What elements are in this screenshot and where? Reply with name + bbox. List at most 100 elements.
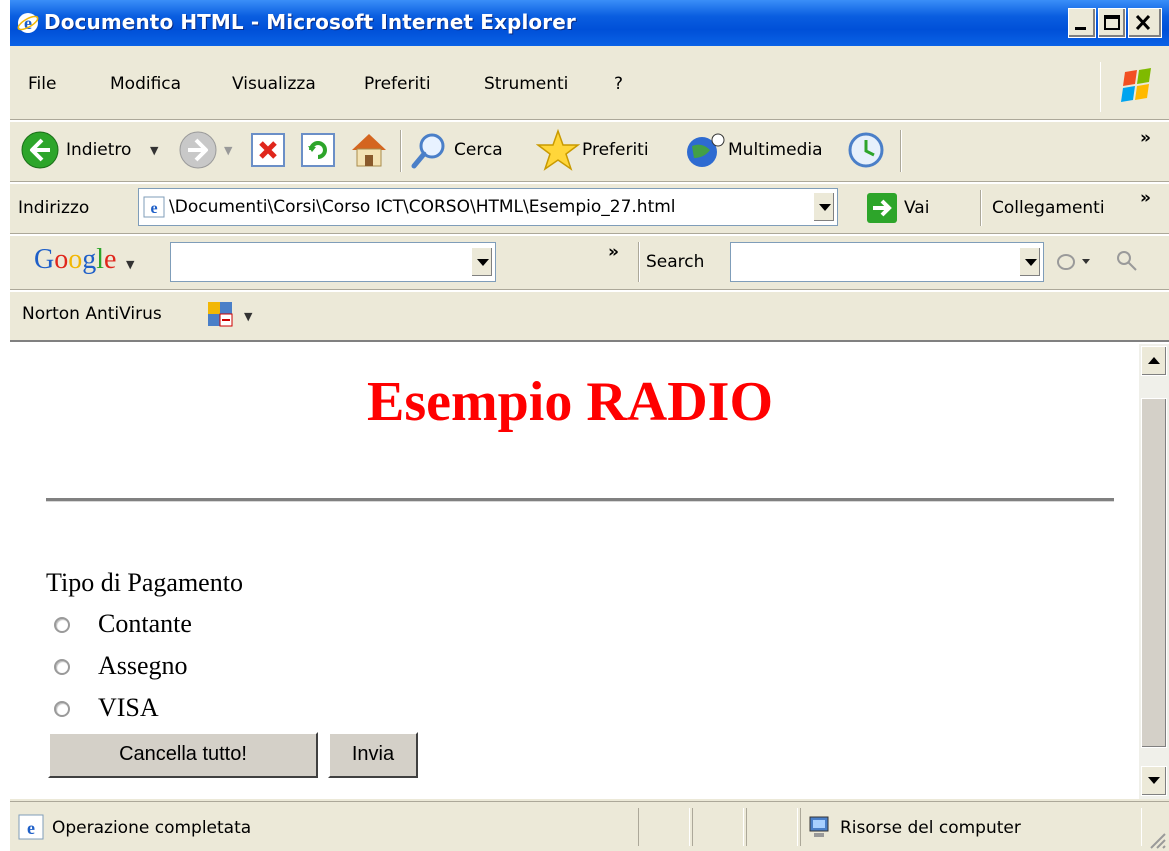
windows-flag-icon [1121, 68, 1151, 102]
menu-modifica[interactable]: Modifica [110, 74, 181, 94]
address-url-text[interactable]: \Documenti\Corsi\Corso ICT\CORSO\HTML\Es… [169, 197, 676, 217]
forward-arrow-icon[interactable] [178, 130, 218, 170]
radio-label[interactable]: Assegno [98, 651, 188, 681]
search-button-label[interactable]: Cerca [454, 140, 503, 160]
google-logo[interactable]: Google [34, 244, 116, 276]
radio-option-contante[interactable]: Contante [50, 608, 350, 648]
status-text: Operazione completata [52, 818, 252, 838]
google-overflow-chevron[interactable]: » [608, 242, 619, 262]
arrow-down-icon [1148, 777, 1160, 784]
scroll-thumb[interactable] [1141, 398, 1167, 748]
menu-bar: File Modifica Visualizza Preferiti Strum… [10, 56, 1169, 118]
reset-button[interactable]: Cancella tutto! [48, 732, 318, 778]
svg-text:e: e [27, 818, 35, 838]
window-title: Documento HTML - Microsoft Internet Expl… [44, 10, 576, 34]
search-toolbar-combo[interactable] [730, 242, 1044, 282]
history-icon[interactable] [846, 130, 886, 170]
close-icon [1135, 14, 1151, 31]
multimedia-icon[interactable] [684, 130, 726, 170]
status-bar: e Operazione completata Risorse del comp… [10, 801, 1169, 851]
search-toolbar-label: Search [646, 252, 705, 272]
status-pane [746, 808, 798, 846]
forward-dropdown-icon[interactable]: ▼ [224, 144, 232, 157]
standard-toolbar: Indietro ▼ ▼ Cerca Preferiti Multimedia … [10, 122, 1169, 180]
address-input[interactable]: e \Documenti\Corsi\Corso ICT\CORSO\HTML\… [138, 188, 838, 226]
links-label[interactable]: Collegamenti [992, 198, 1105, 218]
toolbar-separator [400, 130, 402, 172]
toolbar-separator [638, 242, 640, 282]
maximize-button[interactable] [1098, 8, 1126, 38]
norton-dropdown-icon[interactable]: ▼ [244, 310, 252, 323]
norton-scan-icon[interactable] [206, 300, 236, 330]
menu-help[interactable]: ? [614, 74, 623, 94]
menu-preferiti[interactable]: Preferiti [364, 74, 431, 94]
toolbar-separator [980, 190, 982, 226]
stop-icon[interactable] [250, 132, 286, 168]
svg-text:e: e [150, 200, 157, 217]
computer-zone-icon [809, 816, 829, 837]
title-bar[interactable]: e Documento HTML - Microsoft Internet Ex… [10, 0, 1169, 46]
google-dropdown-icon[interactable]: ▼ [126, 258, 134, 271]
norton-toolbar: Norton AntiVirus ▼ [10, 292, 1169, 338]
address-dropdown-button[interactable] [813, 192, 835, 222]
back-button-label[interactable]: Indietro [66, 140, 131, 160]
status-pane [638, 808, 690, 846]
radio-label[interactable]: Contante [98, 609, 192, 639]
norton-label[interactable]: Norton AntiVirus [22, 304, 162, 324]
svg-text:e: e [24, 13, 32, 33]
chevron-down-icon [819, 204, 831, 211]
minimize-button[interactable] [1068, 8, 1096, 38]
refresh-icon[interactable] [300, 132, 336, 168]
menu-strumenti[interactable]: Strumenti [484, 74, 568, 94]
toolbar-separator [900, 130, 902, 172]
submit-button[interactable]: Invia [328, 732, 418, 778]
ie-logo-icon: e [17, 13, 39, 33]
arrow-up-icon [1148, 357, 1160, 364]
menu-visualizza[interactable]: Visualizza [232, 74, 316, 94]
radio-label[interactable]: VISA [98, 693, 159, 723]
scroll-up-button[interactable] [1141, 346, 1167, 376]
links-overflow-chevron[interactable]: » [1140, 188, 1151, 208]
windows-flag-logo [1100, 62, 1161, 112]
options-icon[interactable] [1054, 250, 1098, 274]
page-content: Esempio RADIO Tipo di Pagamento Contante… [10, 340, 1169, 799]
google-search-combo[interactable] [170, 242, 496, 282]
radio-option-assegno[interactable]: Assegno [50, 650, 350, 690]
favorites-button-label[interactable]: Preferiti [582, 140, 649, 160]
radio-button[interactable] [54, 659, 70, 675]
address-label: Indirizzo [18, 198, 90, 218]
go-button-label[interactable]: Vai [904, 198, 929, 218]
google-combo-dropdown-button[interactable] [471, 247, 493, 277]
horizontal-rule [46, 498, 1114, 502]
google-toolbar: Google ▼ » Search [10, 236, 1169, 290]
magnifier-icon[interactable] [1114, 248, 1140, 274]
home-icon[interactable] [348, 128, 390, 170]
radio-button[interactable] [54, 617, 70, 633]
scroll-down-button[interactable] [1141, 766, 1167, 796]
minimize-icon [1075, 27, 1086, 30]
status-zone-text: Risorse del computer [840, 818, 1021, 838]
close-button[interactable] [1128, 8, 1162, 38]
go-arrow-icon[interactable] [866, 192, 898, 224]
status-pane [692, 808, 744, 846]
ie-window: e Documento HTML - Microsoft Internet Ex… [10, 0, 1169, 851]
chevron-down-icon [477, 259, 489, 266]
page-heading: Esempio RADIO [366, 371, 774, 433]
toolbar-overflow-chevron[interactable]: » [1140, 128, 1151, 148]
radio-button[interactable] [54, 701, 70, 717]
favorites-star-icon[interactable] [536, 128, 580, 172]
back-dropdown-icon[interactable]: ▼ [150, 144, 158, 157]
maximize-icon [1104, 15, 1120, 30]
page-icon: e [143, 196, 165, 218]
ie-page-icon: e [18, 814, 44, 840]
search-combo-dropdown-button[interactable] [1019, 247, 1041, 277]
resize-grip-icon[interactable] [1145, 828, 1167, 850]
back-arrow-icon[interactable] [20, 130, 60, 170]
address-bar: Indirizzo e \Documenti\Corsi\Corso ICT\C… [10, 184, 1169, 232]
multimedia-button-label[interactable]: Multimedia [728, 140, 823, 160]
chevron-down-icon [1025, 259, 1037, 266]
vertical-scrollbar[interactable] [1139, 344, 1169, 799]
search-icon[interactable] [410, 130, 450, 170]
menu-file[interactable]: File [28, 74, 56, 94]
radio-option-visa[interactable]: VISA [50, 692, 350, 732]
